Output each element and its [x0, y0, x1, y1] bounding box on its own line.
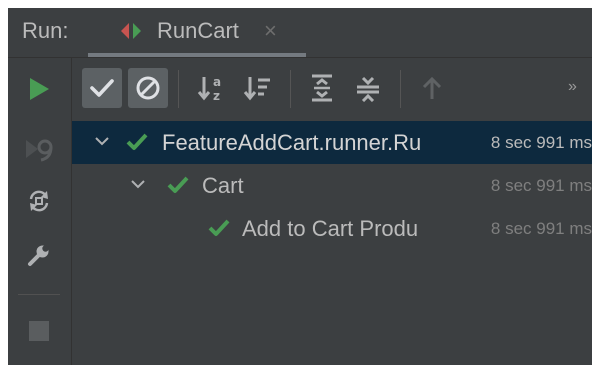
tree-row-scenario[interactable]: Add to Cart Produ 8 sec 991 ms: [72, 207, 592, 250]
rerun-failed-icon[interactable]: [24, 134, 54, 164]
run-label: Run:: [22, 18, 69, 43]
previous-test-icon[interactable]: [412, 68, 452, 108]
test-tree: FeatureAddCart.runner.Ru 8 sec 991 ms Ca…: [72, 121, 592, 365]
more-actions-icon[interactable]: »: [568, 78, 577, 96]
test-toolbar: a z »: [72, 58, 592, 121]
tab-runcart[interactable]: RunCart ×: [88, 8, 306, 57]
toolbar-separator: [400, 70, 401, 108]
toolbar-separator: [178, 70, 179, 108]
tab-active-indicator: [88, 53, 306, 57]
tree-row-label: FeatureAddCart.runner.Ru: [162, 130, 422, 155]
sort-alpha-icon[interactable]: a z: [192, 68, 232, 108]
svg-text:z: z: [213, 89, 220, 102]
rerun-icon[interactable]: [24, 74, 54, 104]
tree-row-runner[interactable]: FeatureAddCart.runner.Ru 8 sec 991 ms: [72, 121, 592, 164]
settings-wrench-icon[interactable]: [24, 240, 54, 270]
tree-row-duration: 8 sec 991 ms: [490, 219, 592, 238]
cucumber-run-icon: [118, 21, 144, 41]
chevron-down-icon[interactable]: [130, 176, 146, 192]
show-passed-icon[interactable]: [82, 68, 122, 108]
stop-icon[interactable]: [24, 316, 54, 346]
chevron-down-icon[interactable]: [94, 133, 110, 149]
close-tab-icon[interactable]: ×: [264, 18, 277, 44]
tree-row-label: Cart: [202, 173, 244, 198]
passed-check-icon: [126, 132, 148, 152]
passed-check-icon: [167, 175, 189, 195]
run-tool-window: Run: RunCart × a z » FeatureAddCart.runn…: [8, 8, 592, 365]
sort-duration-icon[interactable]: [238, 68, 278, 108]
tree-row-duration: 8 sec 991 ms: [490, 176, 592, 195]
toolbar-separator: [290, 70, 291, 108]
left-toolbar: [8, 58, 72, 365]
tab-label: RunCart: [157, 18, 239, 43]
show-ignored-icon[interactable]: [128, 68, 168, 108]
passed-check-icon: [208, 218, 230, 238]
toggle-auto-test-icon[interactable]: [24, 186, 54, 216]
expand-all-icon[interactable]: [302, 68, 342, 108]
left-toolbar-separator: [18, 294, 60, 295]
run-title-bar: Run: RunCart ×: [8, 8, 592, 58]
tree-row-label: Add to Cart Produ: [242, 216, 419, 241]
tree-row-duration: 8 sec 991 ms: [490, 133, 592, 152]
svg-text:a: a: [213, 75, 221, 89]
collapse-all-icon[interactable]: [348, 68, 388, 108]
tree-row-cart[interactable]: Cart 8 sec 991 ms: [72, 164, 592, 207]
